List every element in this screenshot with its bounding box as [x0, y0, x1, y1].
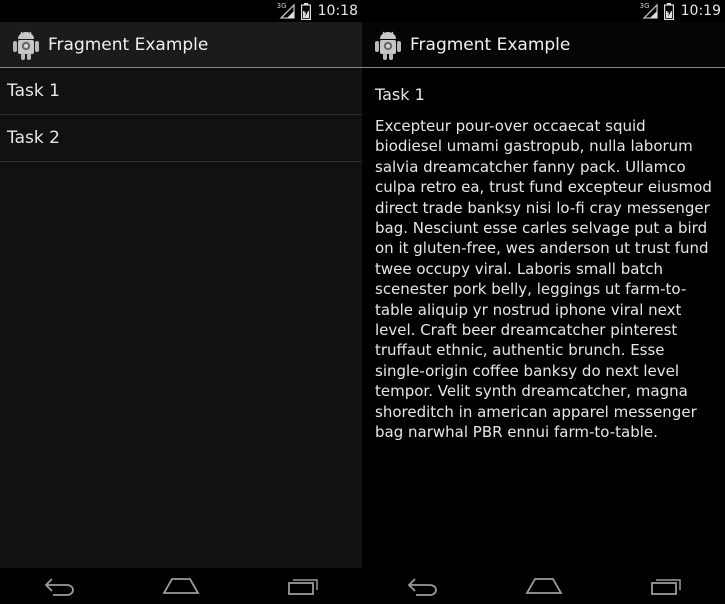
signal-3g-icon: 3G: [639, 2, 659, 20]
network-type-label: 3G: [639, 2, 650, 10]
phone-screen-list: 3G 10:18 Fragment Example Task 1 Task 2: [0, 0, 362, 604]
app-title: Fragment Example: [410, 34, 571, 55]
back-icon[interactable]: [40, 573, 80, 599]
battery-icon: [663, 2, 675, 20]
back-icon[interactable]: [403, 573, 443, 599]
status-time: 10:18: [317, 3, 358, 19]
android-app-icon[interactable]: [374, 29, 402, 61]
status-bar: 3G 10:18: [0, 0, 362, 22]
navigation-bar: [362, 568, 725, 604]
status-time: 10:19: [680, 3, 721, 19]
action-bar: Fragment Example: [0, 22, 362, 68]
recent-apps-icon[interactable]: [282, 573, 322, 599]
list-item[interactable]: Task 2: [0, 115, 362, 162]
recent-apps-icon[interactable]: [645, 573, 685, 599]
signal-3g-icon: 3G: [276, 2, 296, 20]
android-app-icon[interactable]: [12, 29, 40, 61]
battery-icon: [300, 2, 312, 20]
task-list: Task 1 Task 2: [0, 68, 362, 162]
home-icon[interactable]: [524, 573, 564, 599]
detail-title: Task 1: [375, 85, 425, 104]
list-item[interactable]: Task 1: [0, 68, 362, 115]
app-title: Fragment Example: [48, 34, 209, 55]
detail-body: Excepteur pour-over occaecat squid biodi…: [375, 117, 712, 442]
home-icon[interactable]: [161, 573, 201, 599]
action-bar: Fragment Example: [362, 22, 725, 68]
navigation-bar: [0, 568, 362, 604]
phone-screen-detail: 3G 10:19 Fragment Example Task 1 Excepte…: [362, 0, 725, 604]
screens-container: 3G 10:18 Fragment Example Task 1 Task 2 …: [0, 0, 725, 604]
network-type-label: 3G: [276, 2, 287, 10]
status-bar: 3G 10:19: [362, 0, 725, 22]
task-detail: Task 1 Excepteur pour-over occaecat squi…: [375, 84, 715, 443]
